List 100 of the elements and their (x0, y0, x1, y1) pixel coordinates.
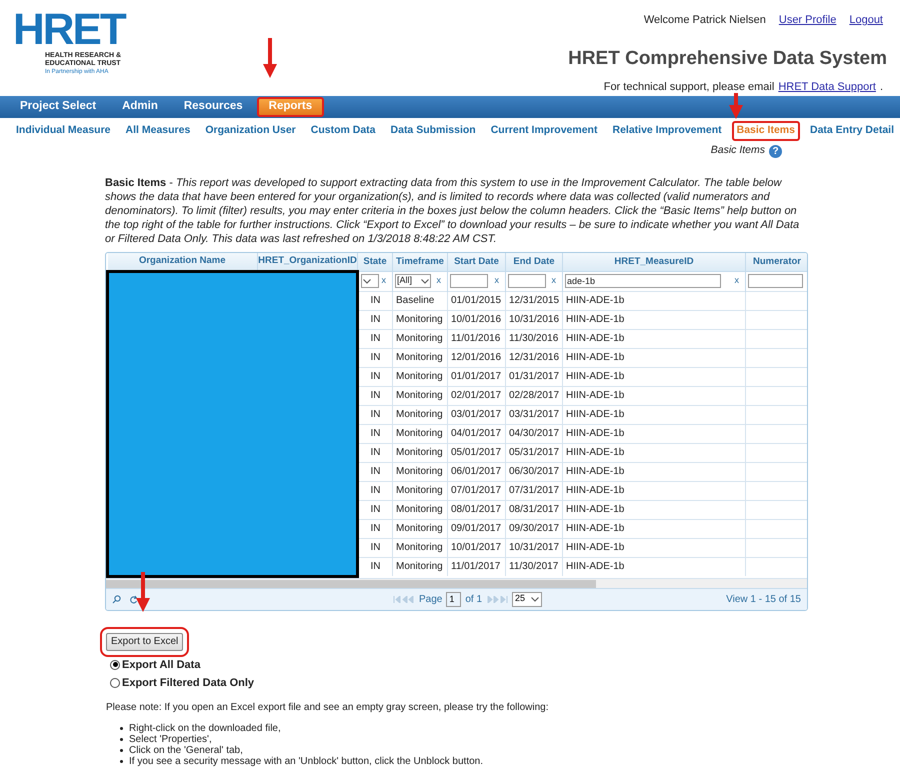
table-cell: 07/31/2017 (506, 481, 562, 500)
table-cell: IN (358, 557, 392, 576)
filter-dropdown[interactable]: [All] (395, 274, 431, 288)
table-cell: 04/30/2017 (506, 424, 562, 443)
column-header[interactable]: Numerator (746, 253, 807, 271)
radio-button[interactable] (110, 660, 120, 670)
help-button[interactable]: ? (769, 144, 782, 158)
table-cell: Monitoring (392, 386, 448, 405)
table-cell: IN (358, 329, 392, 348)
table-cell: 11/30/2017 (506, 557, 562, 576)
table-cell: 12/31/2015 (506, 291, 562, 310)
list-item-text: Click on the 'General' tab, (129, 744, 243, 756)
subnav-link[interactable]: Data Entry Detail (804, 121, 900, 141)
table-cell: Monitoring (392, 443, 448, 462)
header-link[interactable]: User Profile (778, 12, 836, 28)
bullet-icon (120, 738, 123, 740)
search-icon[interactable] (112, 594, 121, 604)
table-cell: HIIN-ADE-1b (562, 329, 746, 348)
clear-filter-button[interactable]: x (382, 274, 390, 288)
table-cell: HIIN-ADE-1b (562, 462, 746, 481)
table-cell: 11/30/2016 (506, 329, 562, 348)
table-cell: Baseline (392, 291, 448, 310)
filter-dropdown[interactable] (361, 274, 379, 288)
page-input[interactable]: 1 (446, 592, 462, 606)
annotation-arrow (263, 38, 277, 78)
table-cell: 04/01/2017 (448, 424, 506, 443)
table-cell: 01/31/2017 (506, 367, 562, 386)
refresh-icon[interactable] (129, 594, 138, 604)
table-cell: 10/31/2016 (506, 310, 562, 329)
table-cell: Monitoring (392, 348, 448, 367)
subnav-link[interactable]: Basic Items (732, 121, 800, 141)
radio-option[interactable]: Export Filtered Data Only (110, 675, 254, 692)
filter-input[interactable] (450, 274, 488, 288)
logo-wordmark: HRET (13, 12, 125, 48)
table-cell: Monitoring (392, 519, 448, 538)
table-cell: Monitoring (392, 405, 448, 424)
page-count: of 1 (465, 592, 482, 606)
nav-tab[interactable]: Project Select (8, 97, 108, 117)
subnav-link[interactable]: All Measures (120, 121, 196, 141)
subnav-link[interactable]: Relative Improvement (607, 121, 727, 141)
chevron-down-icon (531, 596, 540, 602)
table-cell: IN (358, 519, 392, 538)
table-cell: Monitoring (392, 538, 448, 557)
table-cell: Monitoring (392, 424, 448, 443)
next-last-page-icon[interactable] (486, 596, 508, 602)
subnav-link[interactable]: Organization User (200, 121, 301, 141)
table-cell: Monitoring (392, 462, 448, 481)
subnav-link[interactable]: Custom Data (306, 121, 381, 141)
subnav-link[interactable]: Individual Measure (11, 121, 116, 141)
table-cell: HIIN-ADE-1b (562, 424, 746, 443)
bullet-icon (120, 748, 123, 752)
table-cell: 03/01/2017 (448, 405, 506, 424)
clear-filter-button[interactable]: x (734, 274, 743, 288)
table-cell: Monitoring (392, 367, 448, 386)
subnav-link[interactable]: Current Improvement (486, 121, 602, 141)
note-text: Please note: If you open an Excel export file and see an empty gray screen, please try the following: (106, 700, 550, 714)
nav-tab[interactable]: Admin (110, 97, 170, 117)
radio-option[interactable]: Export All Data (110, 656, 200, 673)
column-header[interactable]: HRET_MeasureID (562, 253, 746, 271)
table-cell: IN (358, 367, 392, 386)
table-cell: 09/01/2017 (448, 519, 506, 538)
bullet-icon (120, 760, 123, 762)
table-cell: HIIN-ADE-1b (562, 291, 746, 310)
clear-filter-button[interactable]: x (494, 274, 503, 288)
table-cell: HIIN-ADE-1b (562, 481, 746, 500)
table-cell: 01/01/2017 (448, 367, 506, 386)
table-cell: HIIN-ADE-1b (562, 348, 746, 367)
header-link[interactable]: Logout (849, 12, 883, 28)
list-item-text: Right-click on the downloaded file, (129, 722, 281, 734)
page-size-dropdown[interactable]: 25 (512, 592, 542, 606)
nav-tab[interactable]: Resources (172, 97, 255, 117)
support-suffix: . (880, 80, 883, 95)
table-cell: Monitoring (392, 310, 448, 329)
table-cell: IN (358, 424, 392, 443)
table-cell: HIIN-ADE-1b (562, 367, 746, 386)
clear-filter-button[interactable]: x (552, 274, 560, 288)
radio-button[interactable] (110, 678, 120, 688)
table-cell: Monitoring (392, 557, 448, 576)
list-item-text: Select 'Properties', (129, 734, 212, 744)
support-link[interactable]: HRET Data Support (778, 79, 876, 96)
column-header[interactable]: End Date (506, 253, 562, 271)
table-cell: IN (358, 443, 392, 462)
filter-input[interactable] (508, 274, 546, 288)
filter-input[interactable] (748, 274, 803, 288)
column-header[interactable]: Timeframe (392, 253, 448, 271)
chevron-down-icon (421, 278, 429, 284)
first-previous-page-icon[interactable] (393, 596, 415, 602)
clear-filter-button[interactable]: x (436, 274, 445, 288)
table-cell: HIIN-ADE-1b (562, 538, 746, 557)
table-cell: HIIN-ADE-1b (562, 519, 746, 538)
column-header[interactable]: Start Date (448, 253, 506, 271)
subnav-link[interactable]: Data Submission (386, 121, 481, 141)
table-cell: IN (358, 386, 392, 405)
table-cell: 06/01/2017 (448, 462, 506, 481)
table-cell: 10/31/2017 (506, 538, 562, 557)
scrollbar-thumb[interactable] (106, 580, 596, 588)
table-cell: 03/31/2017 (506, 405, 562, 424)
filter-input[interactable]: ade-1b (565, 274, 721, 288)
table-cell: HIIN-ADE-1b (562, 500, 746, 519)
table-cell: 08/01/2017 (448, 500, 506, 519)
